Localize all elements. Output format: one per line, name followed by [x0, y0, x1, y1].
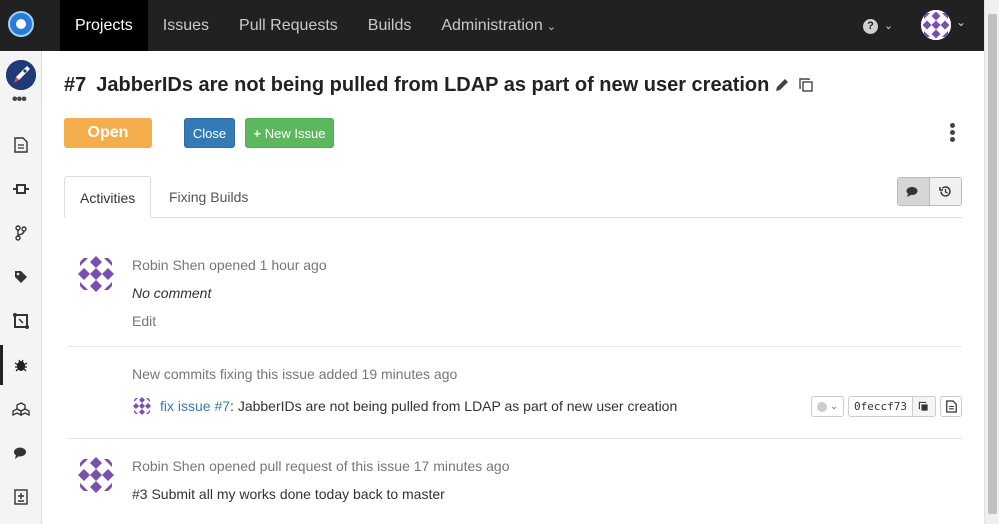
user-avatar[interactable] — [76, 254, 116, 294]
build-status-dropdown[interactable]: ⌄ — [811, 396, 844, 417]
nav-projects-label: Projects — [75, 17, 133, 34]
nav-issues[interactable]: Issues — [148, 0, 224, 51]
file-icon[interactable] — [11, 135, 31, 155]
activity-header: Robin Shen opened pull request of this i… — [132, 458, 510, 474]
pull-request-link[interactable]: #3 Submit all my works done today back t… — [132, 486, 445, 502]
branch-icon[interactable] — [11, 223, 31, 243]
pull-request-icon[interactable] — [11, 311, 31, 331]
pencil-icon[interactable] — [774, 77, 790, 93]
code-comment-icon[interactable] — [11, 487, 31, 507]
scrollbar-thumb[interactable] — [988, 14, 997, 514]
status-circle-icon — [817, 401, 828, 412]
activity-user[interactable]: Robin Shen — [132, 458, 205, 474]
activity-action: opened — [209, 257, 256, 273]
activity-action: opened pull request of this issue — [209, 458, 410, 474]
copy-icon[interactable] — [912, 397, 935, 416]
tab-fixing-builds[interactable]: Fixing Builds — [154, 176, 263, 218]
issue-tabs: Activities Fixing Builds — [64, 176, 962, 218]
bug-icon[interactable] — [0, 345, 42, 385]
activity-divider — [67, 346, 962, 347]
project-sidebar: ••• — [0, 51, 42, 524]
close-button[interactable]: Close — [184, 118, 235, 148]
question-circle-icon: ? — [863, 19, 878, 34]
activity-divider — [67, 438, 962, 439]
activity-time: 17 minutes ago — [413, 458, 510, 474]
nav-issues-label: Issues — [162, 17, 210, 34]
issue-state-badge: Open — [64, 118, 152, 148]
chevron-down-icon: ⌄ — [883, 20, 894, 32]
nav-builds-label: Builds — [367, 17, 412, 34]
page-scrollbar[interactable] — [984, 0, 999, 524]
commit-author-avatar[interactable] — [132, 396, 152, 416]
issue-number: #7 — [64, 74, 87, 96]
activity-time: 1 hour ago — [259, 257, 327, 273]
commit-prefix[interactable]: fix — [160, 398, 178, 414]
more-actions-icon[interactable] — [950, 123, 956, 144]
chevron-down-icon[interactable]: ⌄ — [956, 15, 966, 29]
nav-pull-requests-label: Pull Requests — [239, 17, 338, 34]
more-icon[interactable]: ••• — [12, 92, 27, 108]
nav-administration-label: Administration — [441, 17, 543, 34]
main-nav: Projects Issues Pull Requests Builds Adm… — [60, 0, 571, 51]
onedev-logo[interactable] — [8, 11, 34, 37]
comments-icon — [906, 186, 918, 197]
file-icon — [945, 400, 957, 413]
user-avatar[interactable] — [921, 10, 951, 40]
tag-icon[interactable] — [11, 267, 31, 287]
comments-view-button[interactable] — [898, 178, 930, 205]
commit-message-rest[interactable]: : JabberIDs are not being pulled from LD… — [230, 398, 677, 414]
nav-projects[interactable]: Projects — [60, 0, 148, 51]
copy-icon[interactable] — [798, 77, 814, 93]
nav-pull-requests[interactable]: Pull Requests — [224, 0, 353, 51]
chevron-down-icon: ⌄ — [830, 401, 838, 411]
commit-row: fix issue #7: JabberIDs are not being pu… — [132, 396, 677, 416]
cubes-icon[interactable] — [11, 399, 31, 419]
plus-icon: + — [253, 126, 262, 141]
history-icon — [939, 186, 951, 197]
history-view-button[interactable] — [929, 178, 961, 205]
commit-message[interactable]: fix issue #7: JabberIDs are not being pu… — [160, 398, 677, 414]
title-actions — [774, 77, 814, 93]
activity-header: Robin Shen opened 1 hour ago — [132, 257, 327, 273]
nav-administration[interactable]: Administration ⌄ — [426, 0, 571, 51]
commit-hash[interactable]: 0feccf73 — [849, 397, 913, 416]
edit-link[interactable]: Edit — [132, 313, 156, 329]
issue-title-text: JabberIDs are not being pulled from LDAP… — [96, 74, 770, 96]
browse-files-button[interactable] — [940, 396, 962, 417]
comments-icon[interactable] — [11, 443, 31, 463]
top-navbar: Projects Issues Pull Requests Builds Adm… — [0, 0, 984, 51]
new-issue-label: New Issue — [264, 126, 326, 141]
comment-body: No comment — [132, 285, 212, 301]
nav-builds[interactable]: Builds — [353, 0, 427, 51]
chevron-down-icon: ⌄ — [546, 21, 556, 33]
project-avatar[interactable] — [6, 60, 36, 90]
user-avatar[interactable] — [76, 455, 116, 495]
issue-title: #7 JabberIDs are not being pulled from LD… — [64, 74, 769, 97]
activity-user[interactable]: Robin Shen — [132, 257, 205, 273]
issue-ref-link[interactable]: issue #7 — [178, 398, 230, 414]
new-issue-button[interactable]: + New Issue — [245, 118, 334, 148]
commits-header: New commits fixing this issue added 19 m… — [132, 366, 458, 382]
tab-activities[interactable]: Activities — [64, 176, 151, 218]
commit-hash-group: 0feccf73 — [848, 396, 936, 417]
commit-icon[interactable] — [11, 179, 31, 199]
help-menu[interactable]: ? ⌄ — [863, 16, 893, 34]
activity-view-toggle — [897, 177, 962, 206]
